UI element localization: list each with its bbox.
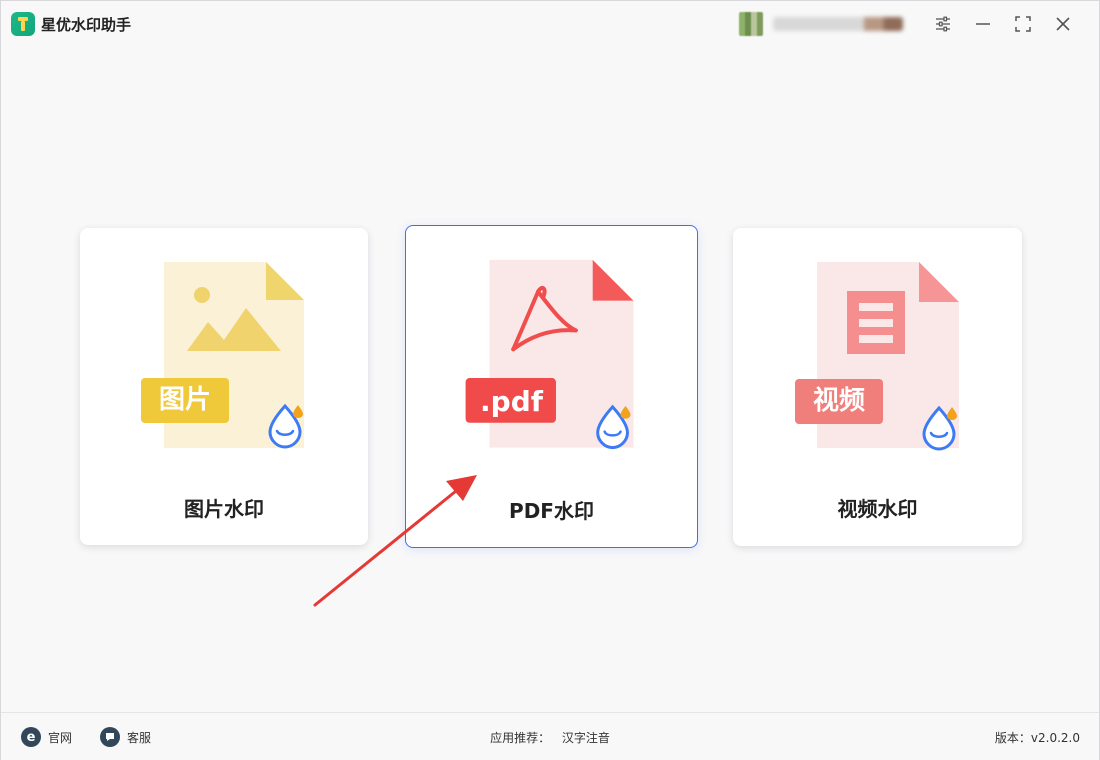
pdf-watermark-title: PDF水印 — [509, 499, 594, 523]
app-logo-icon — [11, 12, 35, 36]
pdf-watermark-card[interactable]: .pdf PDF水印 — [405, 225, 698, 548]
maximize-icon — [1015, 16, 1031, 32]
settings-button[interactable] — [923, 9, 963, 39]
minimize-icon — [976, 23, 990, 25]
close-icon — [1056, 17, 1070, 31]
recommendation-link[interactable]: 汉字注音 — [562, 731, 610, 745]
app-title: 星优水印助手 — [41, 15, 132, 34]
main-content: 图片 图片水印 .pdf PDF水印 视频 视频水印 — [1, 47, 1099, 712]
app-window: 星优水印助手 图片 图片水印 .pdf PDF水印 视频 视频水印 e 官网 客… — [0, 0, 1100, 760]
film-strip-icon — [847, 291, 905, 354]
close-button[interactable] — [1043, 9, 1083, 39]
status-footer: e 官网 客服 应用推荐： 汉字注音 版本：v2.0.2.0 — [1, 712, 1099, 760]
image-watermark-title: 图片水印 — [184, 497, 264, 521]
sliders-icon — [936, 16, 950, 32]
pdf-file-tag: .pdf — [480, 385, 543, 418]
image-file-tag: 图片 — [158, 385, 211, 415]
video-file-tag: 视频 — [812, 386, 865, 416]
image-watermark-card[interactable]: 图片 图片水印 — [80, 228, 368, 545]
maximize-button[interactable] — [1003, 9, 1043, 39]
user-name-blurred[interactable] — [773, 17, 903, 31]
video-watermark-title: 视频水印 — [837, 497, 918, 521]
recommendation-label: 应用推荐： — [490, 731, 551, 745]
title-bar: 星优水印助手 — [1, 1, 1099, 47]
minimize-button[interactable] — [963, 9, 1003, 39]
video-watermark-card[interactable]: 视频 视频水印 — [733, 228, 1022, 546]
version-text: 版本：v2.0.2.0 — [994, 731, 1080, 745]
title-bar-controls — [739, 1, 1083, 47]
app-recommendation: 应用推荐： 汉字注音 — [1, 729, 1099, 746]
sun-icon — [194, 287, 210, 303]
user-avatar[interactable] — [739, 12, 763, 36]
